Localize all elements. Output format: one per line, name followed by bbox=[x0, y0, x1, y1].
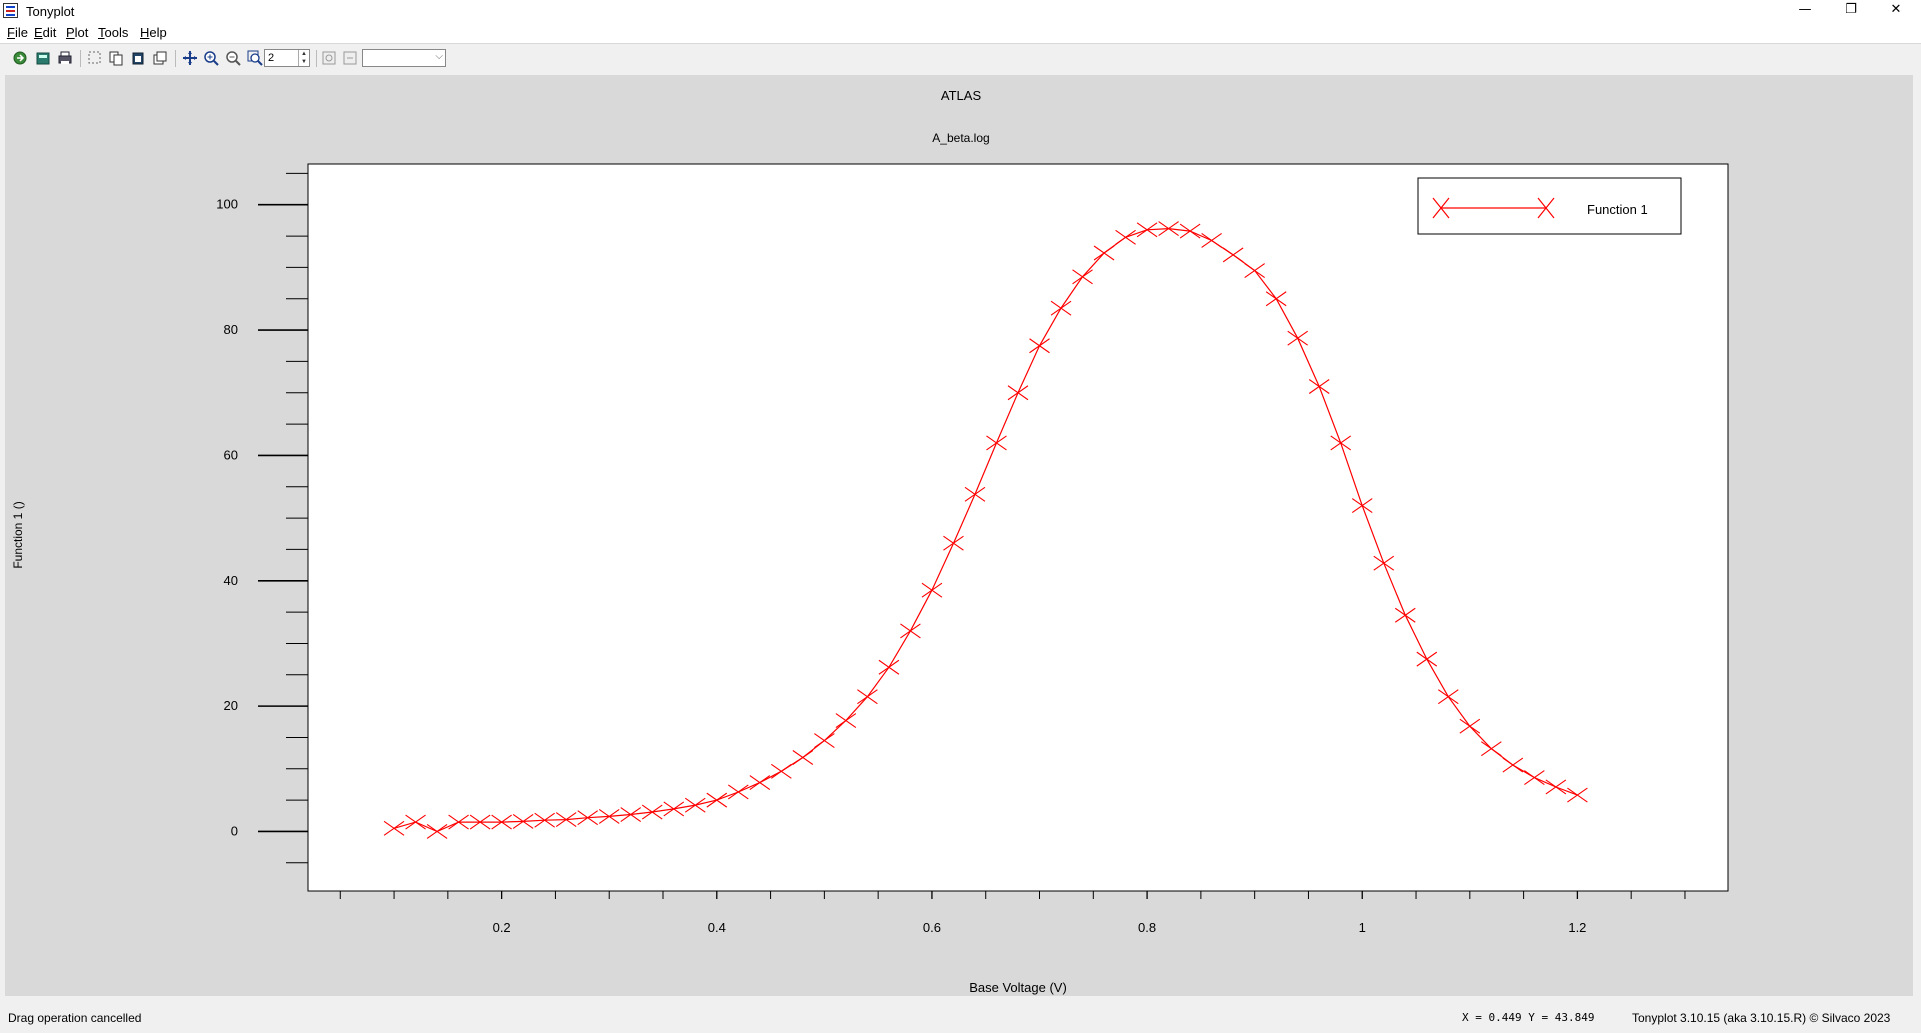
status-bar: Drag operation cancelled X = 0.449 Y = 4… bbox=[0, 1000, 1921, 1033]
x-tick-label: 1 bbox=[1359, 920, 1366, 935]
undo-zoom-icon[interactable] bbox=[321, 50, 337, 66]
maximize-button[interactable]: ❐ bbox=[1828, 0, 1874, 22]
x-axis-label: Base Voltage (V) bbox=[969, 980, 1067, 995]
plot-selector-combo[interactable]: ⌵ bbox=[362, 49, 446, 67]
close-button[interactable]: ✕ bbox=[1873, 0, 1919, 22]
zoom-level-value: 2 bbox=[268, 52, 275, 64]
window-title: Tonyplot bbox=[26, 4, 75, 19]
paste-icon[interactable] bbox=[130, 50, 146, 66]
x-tick-label: 0.8 bbox=[1138, 920, 1156, 935]
menu-bar: File Edit Plot Tools Help bbox=[0, 22, 1921, 44]
x-tick-label: 0.2 bbox=[493, 920, 511, 935]
y-tick-label: 20 bbox=[224, 698, 238, 713]
cursor-coordinates: X = 0.449 Y = 43.849 bbox=[1462, 1011, 1595, 1024]
menu-file[interactable]: File bbox=[7, 25, 28, 40]
zoom-box-icon[interactable] bbox=[247, 50, 263, 66]
zoom-in-icon[interactable] bbox=[203, 50, 219, 66]
export-icon[interactable] bbox=[35, 50, 51, 66]
x-tick-label: 0.6 bbox=[923, 920, 941, 935]
legend[interactable]: Function 1 bbox=[1417, 177, 1682, 235]
zoom-out-icon[interactable] bbox=[225, 50, 241, 66]
y-tick-label: 60 bbox=[224, 447, 238, 462]
print-icon[interactable] bbox=[57, 50, 73, 66]
toolbar: 2 ▲ ▼ ⌵ bbox=[0, 46, 1921, 72]
window-titlebar: Tonyplot — ❐ ✕ bbox=[0, 0, 1921, 22]
y-tick-label: 100 bbox=[216, 197, 238, 212]
app-icon bbox=[3, 3, 18, 18]
chevron-down-icon: ⌵ bbox=[435, 51, 443, 62]
y-tick-label: 80 bbox=[224, 322, 238, 337]
zoom-level-spinner[interactable]: 2 ▲ ▼ bbox=[264, 49, 310, 67]
menu-tools[interactable]: Tools bbox=[98, 25, 128, 40]
minimize-button[interactable]: — bbox=[1782, 0, 1828, 22]
x-tick-label: 0.4 bbox=[708, 920, 726, 935]
menu-edit[interactable]: Edit bbox=[34, 25, 56, 40]
open-icon[interactable] bbox=[12, 50, 28, 66]
y-axis-label: Function 1 () bbox=[11, 501, 25, 568]
menu-help[interactable]: Help bbox=[140, 25, 167, 40]
copy-icon[interactable] bbox=[108, 50, 124, 66]
plot-canvas[interactable]: ATLAS A_beta.log Base Voltage (V) Functi… bbox=[5, 75, 1913, 996]
x-tick-label: 1.2 bbox=[1568, 920, 1586, 935]
y-tick-label: 0 bbox=[231, 823, 238, 838]
spinner-arrows-icon[interactable]: ▲ ▼ bbox=[298, 50, 309, 66]
menu-plot[interactable]: Plot bbox=[66, 25, 88, 40]
chart-subtitle: A_beta.log bbox=[932, 131, 989, 145]
redo-zoom-icon[interactable] bbox=[342, 50, 358, 66]
plot-area bbox=[307, 163, 1729, 892]
status-message: Drag operation cancelled bbox=[8, 1011, 142, 1025]
y-tick-label: 40 bbox=[224, 573, 238, 588]
chart-title: ATLAS bbox=[941, 88, 982, 103]
line-chart[interactable]: ATLAS A_beta.log Base Voltage (V) Functi… bbox=[5, 75, 1913, 996]
version-info: Tonyplot 3.10.15 (aka 3.10.15.R) © Silva… bbox=[1632, 1011, 1891, 1025]
overlay-icon[interactable] bbox=[152, 50, 168, 66]
move-icon[interactable] bbox=[182, 50, 198, 66]
legend-label: Function 1 bbox=[1587, 202, 1648, 217]
select-icon[interactable] bbox=[87, 50, 103, 66]
